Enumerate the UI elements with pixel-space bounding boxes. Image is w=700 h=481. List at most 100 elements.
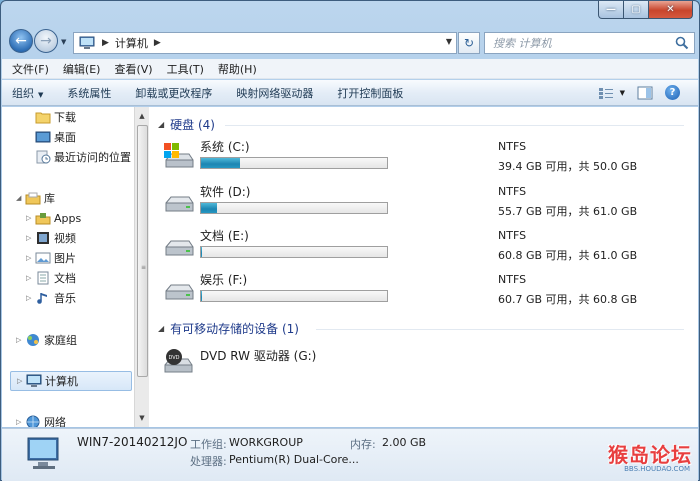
preview-pane-icon[interactable] (637, 86, 653, 100)
sidebar-item-label: 家庭组 (44, 334, 77, 347)
breadcrumb-separator-icon[interactable]: ▶ (154, 38, 161, 48)
sidebar-item-computer[interactable]: ▷ 计算机 (10, 371, 132, 391)
forum-watermark: 猴岛论坛 BBS.HOUDAO.COM (596, 439, 692, 475)
sidebar-item-recent-places[interactable]: 最近访问的位置 (2, 147, 133, 167)
minimize-icon: — (606, 4, 616, 15)
expand-arrow-icon[interactable]: ▷ (17, 377, 22, 385)
sidebar-item-apps[interactable]: ▷ Apps (2, 208, 133, 228)
sidebar-item-network[interactable]: ▷ 网络 (2, 412, 133, 427)
command-bar: 组织 ▼ 系统属性 卸载或更改程序 映射网络驱动器 打开控制面板 ▼ ? (2, 80, 698, 106)
drive-usage-fill (201, 291, 202, 301)
drive-item[interactable]: 娱乐 (F:) NTFS 60.7 GB 可用，共 60.8 GB (162, 270, 642, 310)
map-network-drive-button[interactable]: 映射网络驱动器 (236, 85, 313, 101)
navigation-row: ← → ▼ ▶ 计算机 ▶ ▼ ↻ 搜索 计算机 (7, 25, 695, 57)
system-drive-icon (164, 143, 194, 168)
drive-name: 文档 (E:) (200, 229, 249, 243)
expand-arrow-icon[interactable]: ▷ (26, 294, 31, 302)
close-button[interactable]: ✕ (649, 1, 693, 19)
organize-button[interactable]: 组织 ▼ (12, 85, 43, 101)
menu-bar: 文件(F) 编辑(E) 查看(V) 工具(T) 帮助(H) (2, 59, 698, 79)
sidebar-item-label: 下载 (54, 111, 76, 124)
search-placeholder: 搜索 计算机 (493, 37, 552, 50)
organize-label: 组织 (12, 86, 34, 100)
sidebar-item-documents[interactable]: ▷ 文档 (2, 268, 133, 288)
sidebar-item-libraries[interactable]: ◢ 库 (2, 188, 133, 208)
recent-pages-dropdown[interactable]: ▼ (61, 38, 66, 46)
maximize-button[interactable]: ▢ (624, 1, 649, 19)
back-button[interactable]: ← (9, 29, 33, 53)
address-history-dropdown[interactable]: ▼ (446, 37, 452, 46)
watermark-title: 猴岛论坛 (608, 443, 692, 467)
computer-icon (26, 374, 42, 387)
expand-arrow-icon[interactable]: ▷ (16, 336, 21, 344)
scroll-down-icon[interactable]: ▼ (135, 411, 149, 425)
drive-name: 软件 (D:) (200, 185, 251, 199)
sidebar-item-pictures[interactable]: ▷ 图片 (2, 248, 133, 268)
details-pane: WIN7-20140212JO 工作组: WORKGROUP 内存: 2.00 … (2, 428, 698, 481)
sidebar-item-desktop[interactable]: 桌面 (2, 127, 133, 147)
sidebar-item-videos[interactable]: ▷ 视频 (2, 228, 133, 248)
menu-help[interactable]: 帮助(H) (218, 61, 257, 77)
expand-arrow-icon[interactable]: ▷ (26, 274, 31, 282)
search-input[interactable]: 搜索 计算机 (484, 32, 695, 54)
drive-filesystem: NTFS (498, 140, 527, 153)
sidebar-item-label: 图片 (54, 252, 76, 265)
dvd-icon-label: DVD (168, 355, 179, 361)
expand-arrow-icon[interactable]: ▷ (26, 214, 31, 222)
group-header-hard-disks[interactable]: ◢ 硬盘 (4) (158, 115, 215, 133)
drive-item[interactable]: 文档 (E:) NTFS 60.8 GB 可用，共 61.0 GB (162, 226, 642, 266)
sidebar-item-downloads[interactable]: 下载 (2, 107, 133, 127)
expand-arrow-icon[interactable]: ▷ (26, 234, 31, 242)
hard-drive-icon (165, 240, 194, 256)
expand-arrow-icon[interactable]: ▷ (16, 418, 21, 426)
menu-edit[interactable]: 编辑(E) (63, 61, 101, 77)
scroll-thumb[interactable]: ≡ (137, 125, 148, 377)
menu-view[interactable]: 查看(V) (114, 61, 152, 77)
breadcrumb-separator-icon[interactable]: ▶ (102, 38, 109, 48)
collapse-arrow-icon[interactable]: ◢ (158, 324, 164, 333)
navigation-pane-scrollbar[interactable]: ▲ ≡ ▼ (134, 107, 149, 427)
sidebar-item-label: 文档 (54, 272, 76, 285)
refresh-button[interactable]: ↻ (458, 32, 480, 54)
group-divider (225, 125, 684, 126)
drive-name: 娱乐 (F:) (200, 273, 248, 287)
folder-icon (35, 112, 51, 124)
forward-button[interactable]: → (34, 29, 58, 53)
sidebar-item-label: 音乐 (54, 292, 76, 305)
content-area: 下载 桌面 最近访问的位置 ◢ 库 ▷ Apps ▷ 视频 ▷ 图片 ▷ 文档 … (2, 107, 698, 427)
hard-drive-icon (165, 284, 194, 300)
dvd-drive-icon: DVD (164, 349, 193, 373)
sidebar-item-homegroup[interactable]: ▷ 家庭组 (2, 330, 133, 350)
sidebar-item-label: 桌面 (54, 131, 76, 144)
expand-arrow-icon[interactable]: ◢ (16, 194, 21, 202)
group-divider (316, 329, 684, 330)
breadcrumb-computer[interactable]: 计算机 (115, 35, 148, 51)
scroll-up-icon[interactable]: ▲ (135, 109, 149, 123)
menu-file[interactable]: 文件(F) (12, 61, 49, 77)
dvd-drive-item[interactable]: DVD DVD RW 驱动器 (G:) (162, 343, 642, 383)
system-properties-button[interactable]: 系统属性 (67, 85, 111, 101)
minimize-button[interactable]: — (598, 1, 624, 19)
drive-item[interactable]: 软件 (D:) NTFS 55.7 GB 可用，共 61.0 GB (162, 182, 642, 222)
drive-name: DVD RW 驱动器 (G:) (200, 349, 317, 363)
group-title: 硬盘 (4) (170, 117, 215, 132)
forward-arrow-icon: → (40, 33, 52, 49)
music-library-icon (37, 293, 47, 304)
uninstall-program-button[interactable]: 卸载或更改程序 (135, 85, 212, 101)
address-bar[interactable]: ▶ 计算机 ▶ ▼ (73, 32, 457, 54)
help-button[interactable]: ? (665, 85, 680, 100)
scroll-grip-icon: ≡ (141, 264, 147, 271)
watermark-url: BBS.HOUDAO.COM (624, 465, 690, 473)
drive-free-space: 60.7 GB 可用，共 60.8 GB (498, 293, 638, 306)
menu-tools[interactable]: 工具(T) (167, 61, 204, 77)
expand-arrow-icon[interactable]: ▷ (26, 254, 31, 262)
open-control-panel-button[interactable]: 打开控制面板 (337, 85, 403, 101)
collapse-arrow-icon[interactable]: ◢ (158, 120, 164, 129)
view-dropdown-icon[interactable]: ▼ (620, 89, 625, 97)
search-icon[interactable] (675, 36, 689, 50)
sidebar-item-music[interactable]: ▷ 音乐 (2, 288, 133, 308)
desktop-icon (35, 131, 51, 143)
change-view-icon[interactable] (598, 86, 614, 100)
drive-item[interactable]: 系统 (C:) NTFS 39.4 GB 可用，共 50.0 GB (162, 137, 642, 177)
group-header-removable[interactable]: ◢ 有可移动存储的设备 (1) (158, 319, 299, 337)
